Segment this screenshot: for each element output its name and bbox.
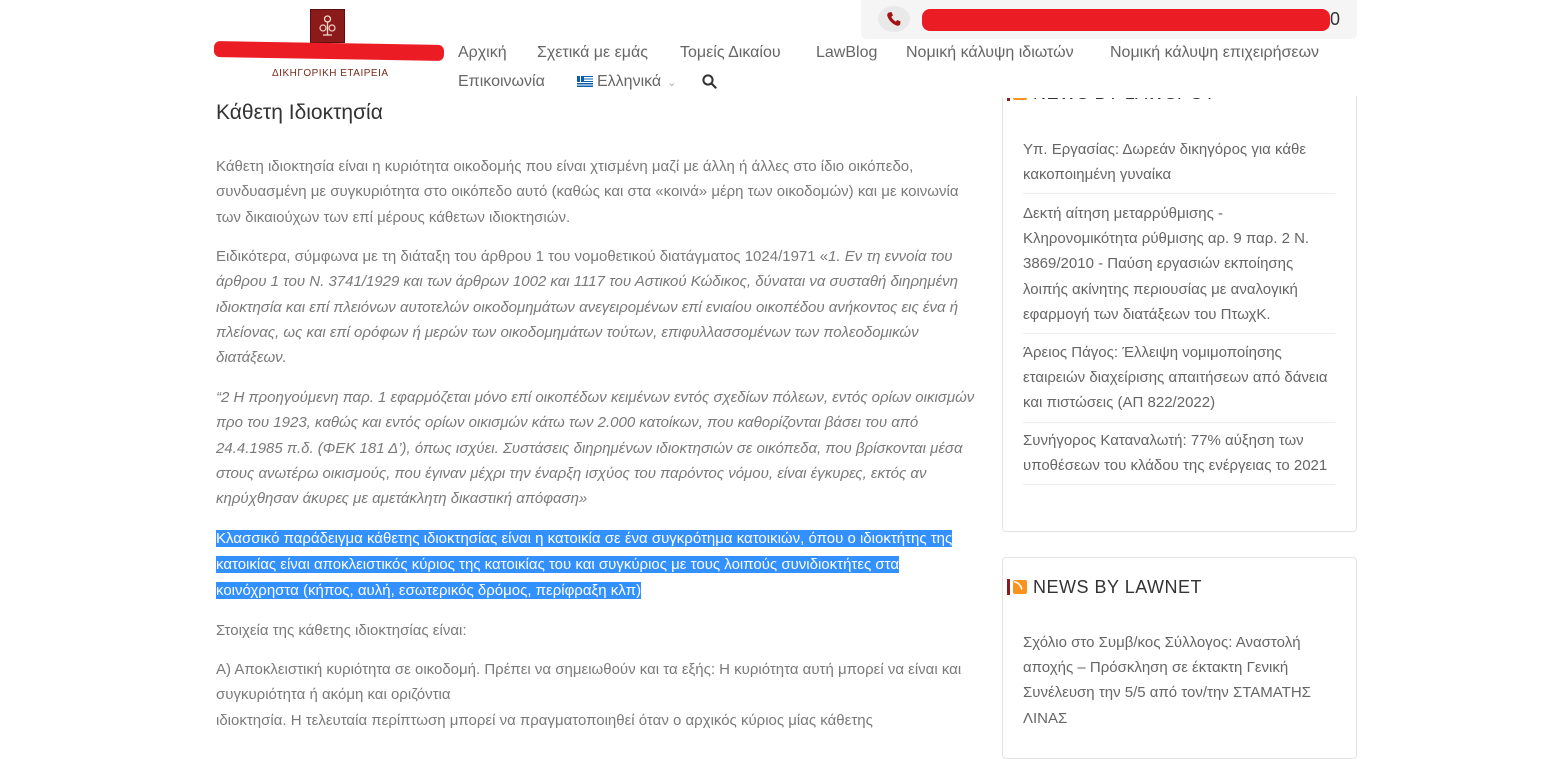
logo-tagline: ΔΙΚΗΓΟΡΙΚΗ ΕΤΑΙΡΕΙΑ: [272, 68, 389, 79]
news-item-lawspot-2[interactable]: Δεκτή αίτηση μεταρρύθμισης - Κληρονομικό…: [1023, 201, 1335, 335]
nav-about[interactable]: Σχετικά με εμάς: [537, 44, 648, 62]
page-title: Κάθετη Ιδιοκτησία: [216, 101, 383, 124]
selected-paragraph: Κλασσικό παράδειγμα κάθετης ιδιοκτησίας …: [216, 530, 953, 599]
nav-businesses[interactable]: Νομική κάλυψη επιχειρήσεων: [1110, 44, 1319, 62]
news-item-lawnet-1[interactable]: Σχόλιο στο Συμβ/κος Σύλλογος: Αναστολή α…: [1023, 630, 1335, 737]
news-item-lawspot-1[interactable]: Υπ. Εργασίας: Δωρεάν δικηγόρος για κάθε …: [1023, 137, 1335, 195]
phone-number-redaction: [922, 9, 1330, 31]
article-paragraph-5: Στοιχεία της κάθετης ιδιοκτησίας είναι:: [216, 622, 467, 639]
chevron-down-icon: ⌄: [667, 77, 677, 89]
logo-emblem[interactable]: [310, 9, 345, 43]
article-paragraph-6: Α) Αποκλειστική κυριότητα σε οικοδομή. Π…: [216, 661, 962, 729]
article-paragraph-2: Ειδικότερα, σύμφωνα με τη διάταξη του άρ…: [216, 248, 959, 367]
search-icon[interactable]: [702, 74, 717, 94]
nav-contact[interactable]: Επικοινωνία: [458, 73, 545, 91]
news-item-lawspot-3[interactable]: Άρειος Πάγος: Έλλειψη νομιμοποίησης εται…: [1023, 340, 1335, 423]
lawnet-widget-title: NEWS BY LAWNET: [1007, 577, 1202, 598]
rss-icon: [1007, 579, 1027, 595]
nav-language[interactable]: Ελληνικά ⌄: [577, 73, 676, 91]
header-backdrop: [1002, 84, 1356, 98]
nav-lawblog[interactable]: LawBlog: [816, 44, 877, 62]
greek-flag-icon: [577, 76, 593, 88]
phone-number-tail: 0: [1330, 9, 1341, 29]
news-item-lawspot-4[interactable]: Συνήγορος Καταναλωτή: 77% αύξηση των υπο…: [1023, 428, 1335, 486]
article-paragraph-1: Κάθετη ιδιοκτησία είναι η κυριότητα οικο…: [216, 158, 959, 226]
nav-practice-areas[interactable]: Τομείς Δικαίου: [680, 44, 781, 62]
nav-individuals[interactable]: Νομική κάλυψη ιδιωτών: [906, 44, 1074, 62]
phone-icon[interactable]: [878, 6, 910, 32]
scales-icon: [319, 15, 336, 36]
nav-home[interactable]: Αρχική: [458, 44, 507, 62]
article-paragraph-3: “2 Η προηγούμενη παρ. 1 εφαρμόζεται μόνο…: [216, 389, 975, 508]
